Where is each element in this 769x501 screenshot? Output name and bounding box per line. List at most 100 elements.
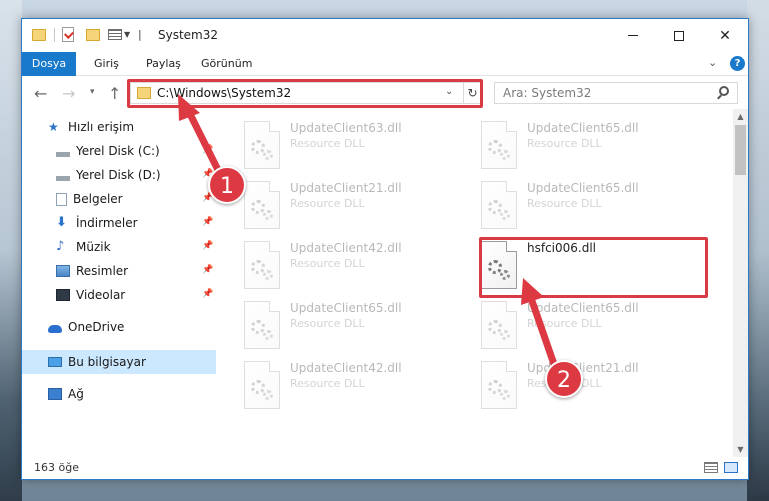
view-icon[interactable]: [108, 29, 122, 40]
dll-file-icon: [244, 241, 280, 289]
customize-quick-access-chevron-icon[interactable]: ▼: [124, 30, 130, 39]
details-view-icon[interactable]: [704, 462, 718, 473]
ribbon: Dosya Giriş Paylaş Görünüm ⌄ ?: [22, 52, 748, 76]
dll-file-icon: [481, 361, 517, 409]
vertical-scrollbar[interactable]: ▲ ▼: [733, 109, 748, 457]
file-name: UpdateClient42.dll: [290, 361, 402, 375]
download-icon: ⬇: [56, 215, 67, 230]
sidebar-item-label: Yerel Disk (D:): [76, 168, 161, 182]
back-arrow-icon[interactable]: ←: [34, 84, 47, 103]
step-2-badge: 2: [545, 360, 583, 398]
sidebar-item-label: Müzik: [76, 240, 111, 254]
item-count: 163 öğe: [34, 461, 79, 474]
file-type: Resource DLL: [290, 317, 365, 330]
file-item[interactable]: UpdateClient21.dll Resource DLL: [244, 181, 474, 239]
tab-share[interactable]: Paylaş: [146, 52, 181, 76]
expand-ribbon-chevron-icon[interactable]: ⌄: [708, 56, 717, 69]
tab-file[interactable]: Dosya: [22, 52, 76, 76]
recent-locations-chevron-icon[interactable]: ▾: [90, 87, 95, 97]
pin-icon[interactable]: 📌: [202, 145, 213, 155]
sidebar-item-label: Hızlı erişim: [68, 120, 135, 134]
file-name: UpdateClient65.dll: [527, 181, 639, 195]
scroll-up-arrow-icon[interactable]: ▲: [733, 109, 748, 124]
star-icon: ★: [48, 120, 59, 134]
sidebar-item-label: OneDrive: [68, 320, 125, 334]
gear-icon: [500, 390, 510, 400]
gear-icon: [500, 210, 510, 220]
file-type: Resource DLL: [527, 197, 602, 210]
navigation-pane: ★ Hızlı erişim Yerel Disk (C:) 📌 Yerel D…: [22, 109, 216, 457]
file-name: UpdateClient65.dll: [527, 301, 639, 315]
close-button[interactable]: ✕: [702, 19, 748, 52]
sidebar-item-documents[interactable]: Belgeler: [56, 188, 123, 210]
pin-icon[interactable]: 📌: [202, 241, 213, 251]
dll-file-icon: [481, 301, 517, 349]
folder-icon[interactable]: [32, 29, 46, 41]
sidebar-item-label: İndirmeler: [76, 216, 138, 230]
toolbar-divider: [54, 28, 55, 42]
sidebar-item-videos[interactable]: Videolar: [56, 284, 125, 306]
pin-icon[interactable]: 📌: [202, 289, 213, 299]
file-type: Resource DLL: [527, 317, 602, 330]
maximize-button[interactable]: [656, 19, 702, 52]
scrollbar-thumb[interactable]: [735, 125, 746, 175]
music-icon: ♪: [56, 239, 65, 254]
cloud-icon: [48, 324, 62, 333]
documents-icon: [56, 192, 67, 206]
file-item[interactable]: UpdateClient65.dll Resource DLL: [244, 301, 474, 359]
file-type: Resource DLL: [290, 257, 365, 270]
file-name: UpdateClient42.dll: [290, 241, 402, 255]
dll-file-icon: [244, 181, 280, 229]
file-item[interactable]: UpdateClient63.dll Resource DLL: [244, 121, 474, 179]
file-name: UpdateClient65.dll: [527, 121, 639, 135]
sidebar-item-quick-access[interactable]: ★ Hızlı erişim: [48, 116, 134, 138]
pin-icon[interactable]: 📌: [202, 265, 213, 275]
gear-icon: [263, 330, 273, 340]
sidebar-item-label: Belgeler: [73, 192, 123, 206]
forward-arrow-icon[interactable]: →: [62, 84, 75, 103]
up-arrow-icon[interactable]: ↑: [108, 84, 121, 103]
search-box[interactable]: Ara: System32: [494, 82, 738, 104]
sidebar-item-local-disk-d[interactable]: Yerel Disk (D:): [56, 164, 161, 186]
tab-view[interactable]: Görünüm: [201, 52, 252, 76]
minimize-button[interactable]: [610, 19, 656, 52]
desktop-background-left: [0, 0, 22, 501]
sidebar-item-downloads[interactable]: ⬇ İndirmeler: [56, 212, 138, 234]
large-icons-view-icon[interactable]: [724, 462, 738, 473]
video-icon: [56, 289, 70, 301]
address-bar-highlight: [127, 79, 483, 108]
file-name: UpdateClient63.dll: [290, 121, 402, 135]
sidebar-item-onedrive[interactable]: OneDrive: [48, 316, 124, 338]
sidebar-item-label: Yerel Disk (C:): [76, 144, 160, 158]
gear-icon: [263, 210, 273, 220]
file-item[interactable]: UpdateClient65.dll Resource DLL: [481, 121, 711, 179]
pin-icon[interactable]: 📌: [202, 217, 213, 227]
sidebar-item-music[interactable]: ♪ Müzik: [56, 236, 111, 258]
file-item[interactable]: UpdateClient21.dll Resource DLL: [481, 361, 711, 419]
file-type: Resource DLL: [527, 137, 602, 150]
properties-icon[interactable]: [62, 27, 74, 42]
tab-home[interactable]: Giriş: [94, 52, 119, 76]
file-item[interactable]: UpdateClient65.dll Resource DLL: [481, 301, 711, 359]
close-icon: ✕: [719, 27, 731, 44]
sidebar-item-label: Videolar: [76, 288, 126, 302]
gear-icon: [500, 150, 510, 160]
minimize-icon: [628, 35, 638, 36]
file-name: UpdateClient21.dll: [527, 361, 639, 375]
gear-icon: [263, 150, 273, 160]
file-type: Resource DLL: [290, 197, 365, 210]
sidebar-item-this-pc[interactable]: Bu bilgisayar: [48, 351, 146, 373]
file-type: Resource DLL: [290, 137, 365, 150]
new-folder-icon[interactable]: [86, 29, 100, 41]
file-item[interactable]: UpdateClient42.dll Resource DLL: [244, 241, 474, 299]
file-item[interactable]: UpdateClient42.dll Resource DLL: [244, 361, 474, 419]
scroll-down-arrow-icon[interactable]: ▼: [733, 442, 748, 457]
sidebar-item-local-disk-c[interactable]: Yerel Disk (C:): [56, 140, 160, 162]
file-item[interactable]: UpdateClient65.dll Resource DLL: [481, 181, 711, 239]
search-input[interactable]: Ara: System32: [503, 86, 591, 100]
help-icon[interactable]: ?: [730, 56, 745, 71]
sidebar-item-network[interactable]: Ağ: [48, 383, 84, 405]
search-icon[interactable]: [719, 86, 729, 96]
gear-icon: [263, 390, 273, 400]
sidebar-item-pictures[interactable]: Resimler: [56, 260, 128, 282]
